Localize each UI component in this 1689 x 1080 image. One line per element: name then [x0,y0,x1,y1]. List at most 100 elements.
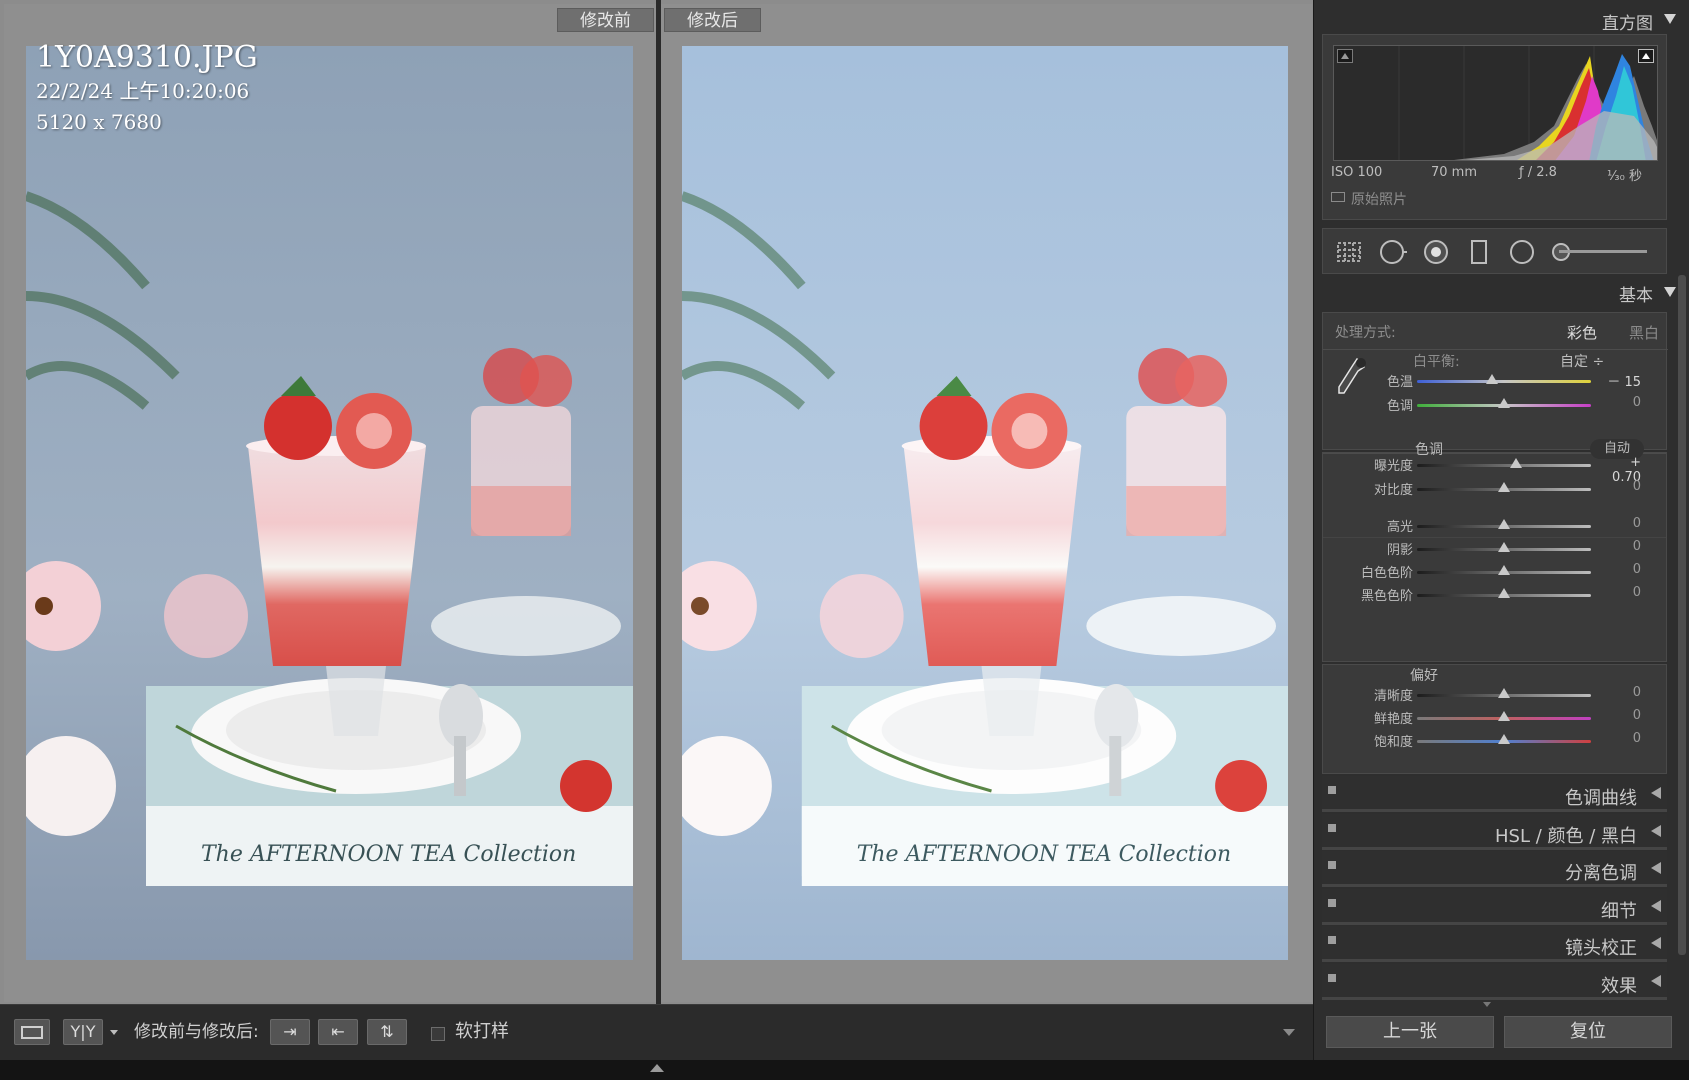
expand-triangle-icon[interactable] [1651,937,1661,949]
slider-track[interactable] [1417,688,1591,698]
treatment-color-option[interactable]: 彩色 [1567,322,1597,343]
slider-thumb[interactable] [1498,588,1510,598]
slider-value[interactable]: 0 [1601,516,1641,531]
slider-thumb[interactable] [1498,398,1510,408]
histogram-chart [1398,46,1657,160]
slider-track[interactable] [1417,482,1591,492]
slider-value[interactable]: 0 [1601,562,1641,577]
treatment-bw-option[interactable]: 黑白 [1629,322,1659,343]
slider-thumb[interactable] [1485,374,1498,384]
slider-row-鲜艳度[interactable]: 鲜艳度 0 [1323,708,1668,728]
expand-triangle-icon[interactable] [1651,974,1661,987]
crop-overlay-icon[interactable] [1335,238,1363,266]
slider-value[interactable]: 0 [1601,539,1641,554]
histogram-collapse-icon[interactable] [1664,14,1676,24]
slider-row-曝光度[interactable]: 曝光度 + 0.70 [1323,455,1668,485]
reset-button[interactable]: 复位 [1504,1016,1672,1048]
slider-row-色温[interactable]: 色温 － 15 [1323,371,1668,391]
slider-thumb[interactable] [1510,458,1523,468]
slider-row-高光[interactable]: 高光 0 [1323,516,1668,536]
slider-track[interactable] [1417,519,1591,529]
book-title-before: The AFTERNOON TEA Collection [201,842,576,867]
before-photo[interactable]: The AFTERNOON TEA Collection [26,46,633,960]
panel-switch-icon[interactable] [1328,823,1336,832]
graduated-filter-icon[interactable] [1465,238,1493,266]
after-photo[interactable]: The AFTERNOON TEA Collection [682,46,1288,960]
expand-triangle-icon[interactable] [1651,899,1661,912]
toolbar-menu-chevron-icon[interactable] [1283,1029,1295,1036]
before-pane[interactable]: 修改前 The AFTERNOON TEA Collection 1Y0A931… [4,4,656,1002]
copy-before-to-after-button[interactable]: ⇥ [270,1019,310,1045]
view-dropdown-icon[interactable] [110,1030,118,1035]
panel-switch-icon[interactable] [1328,936,1336,944]
slider-row-色调[interactable]: 色调 0 [1323,395,1668,415]
spot-removal-icon[interactable] [1379,238,1407,266]
before-after-view-button[interactable]: Y|Y [63,1019,103,1045]
collapsed-panel-label: 分离色调 [1565,863,1637,884]
red-eye-icon[interactable] [1422,238,1450,266]
loupe-view-button[interactable] [14,1019,50,1045]
slider-thumb[interactable] [1498,734,1510,744]
slider-track[interactable] [1417,458,1591,468]
slider-thumb[interactable] [1498,688,1510,698]
slider-value[interactable]: 0 [1601,708,1641,723]
histogram-title[interactable]: 直方图 [1602,9,1653,34]
collapsed-panel[interactable]: 分离色调 [1322,851,1667,887]
collapsed-panel[interactable]: 镜头校正 [1322,926,1667,962]
adjustment-brush-icon[interactable] [1551,238,1651,266]
slider-thumb[interactable] [1498,565,1510,575]
slider-row-饱和度[interactable]: 饱和度 0 [1323,731,1668,751]
expand-triangle-icon[interactable] [1651,824,1661,837]
slider-row-白色色阶[interactable]: 白色色阶 0 [1323,562,1668,582]
slider-thumb[interactable] [1498,482,1510,492]
slider-value[interactable]: 0 [1601,395,1641,410]
slider-thumb[interactable] [1498,711,1510,721]
exif-aperture: ƒ / 2.8 [1519,165,1557,180]
slider-track[interactable] [1417,374,1591,384]
slider-row-对比度[interactable]: 对比度 0 [1323,479,1668,499]
slider-track[interactable] [1417,588,1591,598]
previous-button[interactable]: 上一张 [1326,1016,1494,1048]
slider-value[interactable]: 0 [1601,585,1641,600]
wb-dropdown[interactable]: 自定 ÷ [1560,351,1604,371]
slider-row-清晰度[interactable]: 清晰度 0 [1323,685,1668,705]
basic-title[interactable]: 基本 [1619,281,1653,306]
slider-row-黑色色阶[interactable]: 黑色色阶 0 [1323,585,1668,605]
soft-proof-checkbox[interactable] [431,1027,445,1041]
slider-thumb[interactable] [1498,542,1510,552]
panel-scrollbar[interactable] [1678,275,1686,955]
wb-label: 白平衡: [1413,354,1460,370]
after-pane[interactable]: 修改后 The AFTERNOON TEA Collection [661,4,1312,1002]
basic-collapse-icon[interactable] [1664,287,1676,297]
slider-track[interactable] [1417,734,1591,744]
slider-thumb[interactable] [1498,519,1510,529]
slider-value[interactable]: 0 [1601,731,1641,746]
highlight-clipping-icon[interactable] [1638,49,1654,63]
slider-row-阴影[interactable]: 阴影 0 [1323,539,1668,559]
collapsed-panel[interactable]: 效果 [1322,963,1667,1000]
filmstrip-toggle-icon[interactable] [650,1064,664,1072]
original-photo-checkbox[interactable] [1331,192,1345,202]
shadow-clipping-icon[interactable] [1337,49,1353,63]
slider-track[interactable] [1417,711,1591,721]
radial-filter-icon[interactable] [1508,238,1536,266]
slider-value[interactable]: 0 [1601,685,1641,700]
slider-track[interactable] [1417,542,1591,552]
photo-datetime: 22/2/24 上午10:20:06 [36,79,250,103]
swap-before-after-button[interactable]: ⇅ [367,1019,407,1045]
collapsed-panel[interactable]: 细节 [1322,888,1667,925]
expand-triangle-icon[interactable] [1651,862,1661,874]
slider-track[interactable] [1417,565,1591,575]
collapsed-panel-label: 镜头校正 [1565,938,1637,959]
panel-switch-icon[interactable] [1328,973,1336,982]
panel-switch-icon[interactable] [1328,898,1336,907]
slider-value[interactable]: 0 [1601,479,1641,494]
copy-after-to-before-button[interactable]: ⇤ [318,1019,358,1045]
slider-value[interactable]: － 15 [1601,371,1641,390]
collapsed-panel[interactable]: HSL / 颜色 / 黑白 [1322,813,1667,850]
collapsed-panel[interactable]: 色调曲线 [1322,776,1667,812]
expand-triangle-icon[interactable] [1651,787,1661,799]
panel-switch-icon[interactable] [1328,786,1336,794]
panel-switch-icon[interactable] [1328,861,1336,869]
slider-track[interactable] [1417,398,1591,408]
